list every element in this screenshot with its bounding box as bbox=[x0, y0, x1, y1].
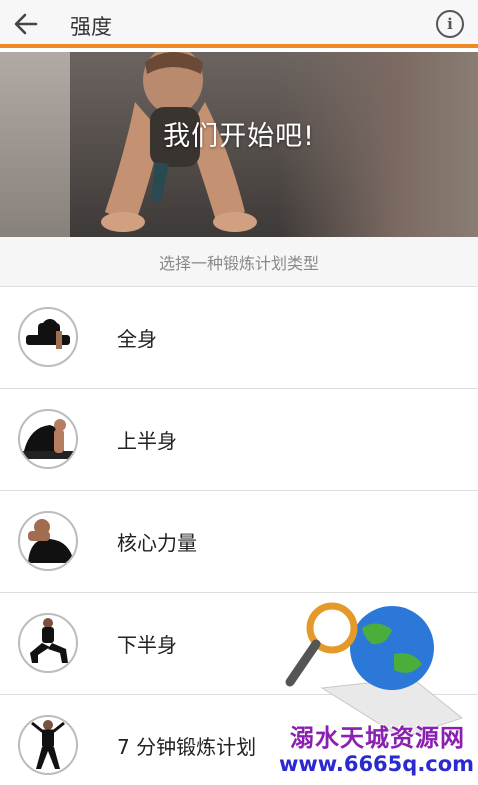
item-label: 全身 bbox=[117, 327, 157, 351]
upper-body-icon bbox=[18, 409, 78, 469]
page-title: 强度 bbox=[70, 15, 112, 39]
info-button[interactable]: i bbox=[436, 10, 464, 38]
arrow-left-icon bbox=[14, 13, 38, 35]
hero-banner: 我们开始吧! bbox=[0, 52, 478, 237]
list-item-full-body[interactable]: 全身 bbox=[0, 287, 478, 389]
lower-body-icon bbox=[18, 613, 78, 673]
info-icon: i bbox=[447, 15, 453, 33]
full-body-icon bbox=[18, 307, 78, 367]
list-item-core[interactable]: 核心力量 bbox=[0, 491, 478, 593]
section-subheader: 选择一种锻炼计划类型 bbox=[0, 237, 478, 287]
item-label: 核心力量 bbox=[117, 531, 197, 555]
item-label: 下半身 bbox=[117, 633, 177, 657]
watermark-text-cn: 溺水天城资源网 bbox=[290, 723, 465, 752]
watermark-text-url: www.6665q.com bbox=[279, 752, 475, 776]
back-button[interactable] bbox=[10, 8, 42, 40]
app-bar: 强度 i bbox=[0, 0, 478, 48]
item-label: 7 分钟锻炼计划 bbox=[117, 735, 257, 759]
item-label: 上半身 bbox=[117, 429, 177, 453]
core-icon bbox=[18, 511, 78, 571]
seven-minute-icon bbox=[18, 715, 78, 775]
hero-title: 我们开始吧! bbox=[163, 121, 315, 152]
list-item-upper-body[interactable]: 上半身 bbox=[0, 389, 478, 491]
